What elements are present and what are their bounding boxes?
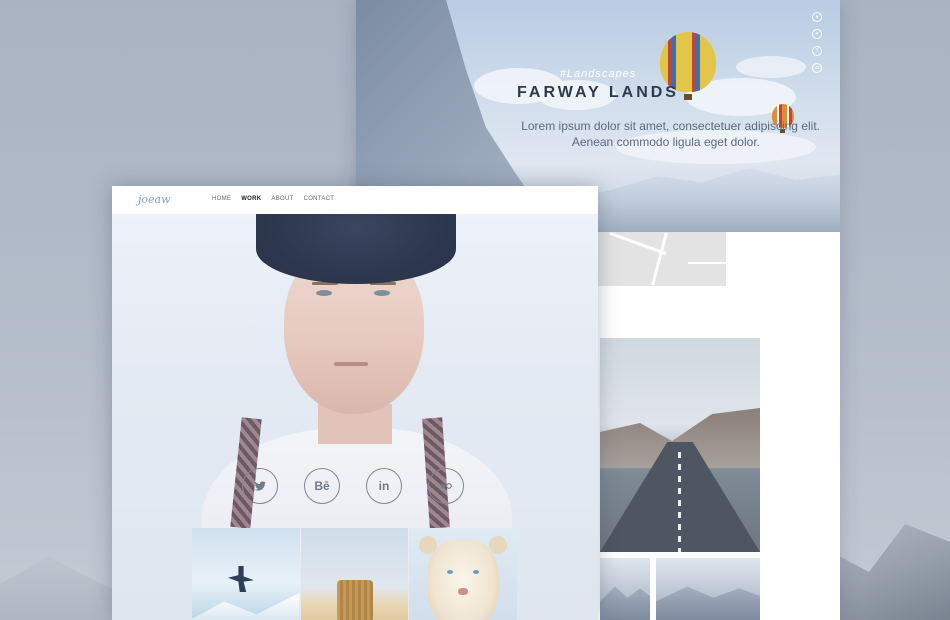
hero-text-line-2: Aenean commodo ligula eget dolor.: [571, 135, 760, 149]
map-image: [598, 232, 726, 286]
social-links: Bē in: [242, 468, 464, 504]
road-photo: [600, 338, 760, 552]
nav-home[interactable]: HOME: [212, 196, 231, 202]
person-hat: [256, 214, 456, 284]
portfolio-grid: [192, 528, 518, 620]
portfolio-item-hay-bale[interactable]: [300, 528, 409, 620]
hero-title: FARWAY LANDS: [517, 84, 679, 101]
site-logo[interactable]: joeaw: [138, 193, 171, 206]
instagram-icon[interactable]: ◘: [812, 63, 822, 73]
behance-button[interactable]: Bē: [304, 468, 340, 504]
portrait-hero: Bē in: [112, 214, 598, 620]
flickr-icon: [440, 483, 452, 489]
nav-about[interactable]: ABOUT: [271, 196, 293, 202]
portfolio-item-surfer[interactable]: [192, 528, 300, 620]
nav-menu: HOME WORK ABOUT CONTACT: [212, 196, 334, 202]
portfolio-item-white-lion[interactable]: [409, 528, 518, 620]
linkedin-button[interactable]: in: [366, 468, 402, 504]
hot-air-balloon-large: [660, 32, 716, 92]
background-haze-left: [0, 557, 120, 620]
hero-description: Lorem ipsum dolor sit amet, consectetuer…: [416, 118, 820, 150]
dribbble-icon[interactable]: ●: [812, 12, 822, 22]
flickr-button[interactable]: [428, 468, 464, 504]
hero-social-icons: ● ▾ f ◘: [812, 12, 822, 73]
nav-work[interactable]: WORK: [241, 196, 261, 202]
twitter-button[interactable]: [242, 468, 278, 504]
behance-icon: Bē: [314, 479, 330, 493]
linkedin-icon: in: [378, 479, 390, 493]
twitter-icon: [254, 481, 266, 491]
portfolio-page-mockup: joeaw HOME WORK ABOUT CONTACT Bē in: [112, 186, 598, 620]
facebook-icon[interactable]: f: [812, 46, 822, 56]
hero-tag: #Landscapes: [559, 68, 637, 80]
top-navigation: joeaw HOME WORK ABOUT CONTACT: [112, 186, 598, 214]
mountain-thumbnail-1: [600, 558, 650, 620]
hero-text-line-1: Lorem ipsum dolor sit amet, consectetuer…: [521, 119, 820, 133]
nav-contact[interactable]: CONTACT: [304, 196, 335, 202]
mountain-thumbnail-2: [656, 558, 760, 620]
twitter-icon[interactable]: ▾: [812, 29, 822, 39]
